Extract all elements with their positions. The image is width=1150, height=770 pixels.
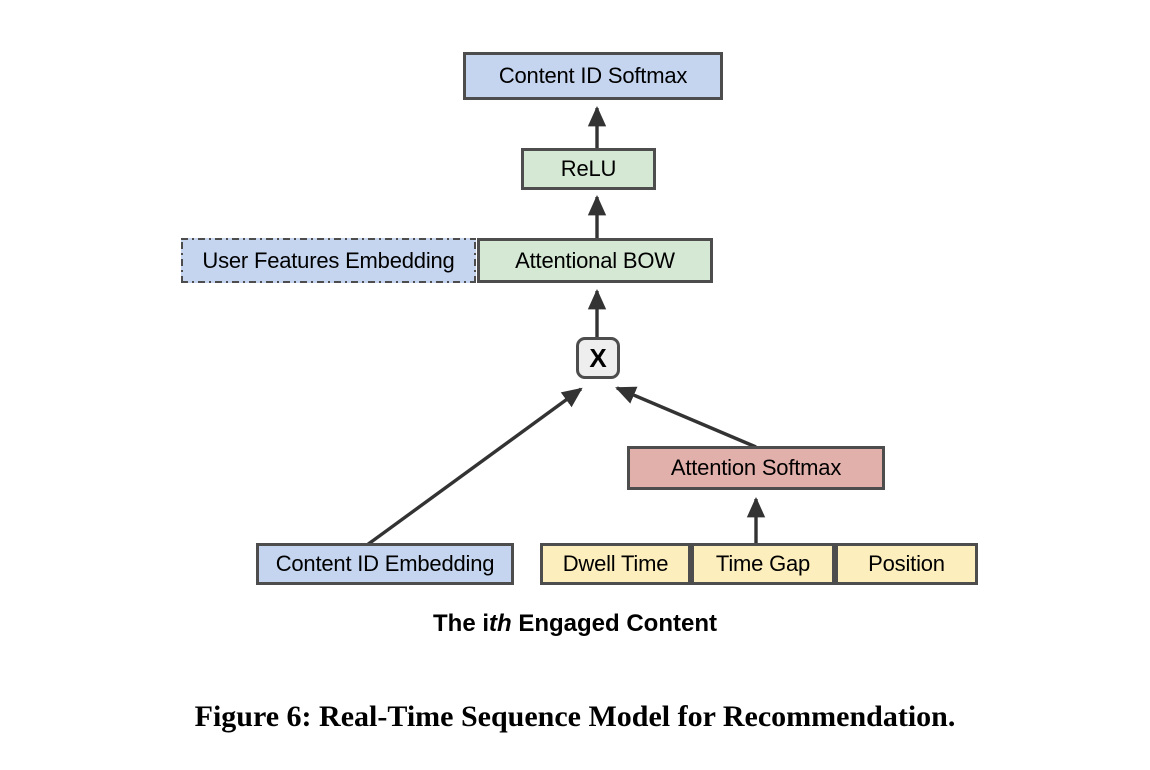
diagram-edges bbox=[365, 105, 766, 547]
node-relu-label: ReLU bbox=[560, 156, 617, 181]
node-content-id-embedding: Content ID Embedding bbox=[256, 543, 514, 585]
edge-attention-softmax-to-multiply bbox=[615, 386, 757, 449]
node-content-id-embedding-label: Content ID Embedding bbox=[275, 551, 495, 576]
node-dwell-time-label: Dwell Time bbox=[562, 551, 669, 576]
node-user-features-embedding-label: User Features Embedding bbox=[202, 247, 455, 273]
node-position-label: Position bbox=[868, 551, 945, 576]
node-multiply-operator-label: X bbox=[589, 342, 607, 373]
node-content-id-softmax-label: Content ID Softmax bbox=[498, 63, 688, 88]
node-relu: ReLU bbox=[521, 148, 656, 190]
node-time-gap: Time Gap bbox=[691, 543, 835, 585]
edge-content-id-embedding-to-multiply bbox=[365, 387, 583, 547]
node-dwell-time: Dwell Time bbox=[540, 543, 691, 585]
node-attentional-bow: Attentional BOW bbox=[477, 238, 713, 283]
engaged-content-label-suffix: Engaged Content bbox=[511, 610, 717, 637]
node-attention-softmax: Attention Softmax bbox=[627, 446, 885, 490]
node-content-id-softmax: Content ID Softmax bbox=[463, 52, 723, 100]
node-attention-softmax-label: Attention Softmax bbox=[670, 455, 842, 480]
node-user-features-embedding: User Features Embedding bbox=[181, 238, 476, 283]
model-architecture-diagram: Content ID Softmax ReLU User Features Em… bbox=[0, 0, 1150, 770]
node-position: Position bbox=[835, 543, 978, 585]
node-attentional-bow-label: Attentional BOW bbox=[515, 247, 675, 273]
engaged-content-label-italic: th bbox=[489, 610, 512, 637]
engaged-content-label-prefix: The i bbox=[433, 610, 490, 637]
figure-caption: Figure 6: Real-Time Sequence Model for R… bbox=[194, 700, 956, 733]
node-time-gap-label: Time Gap bbox=[715, 551, 811, 576]
node-multiply-operator: X bbox=[576, 337, 620, 379]
figure-page: Content ID Softmax ReLU User Features Em… bbox=[0, 0, 1150, 770]
engaged-content-label: The ith Engaged Content bbox=[0, 610, 1150, 638]
